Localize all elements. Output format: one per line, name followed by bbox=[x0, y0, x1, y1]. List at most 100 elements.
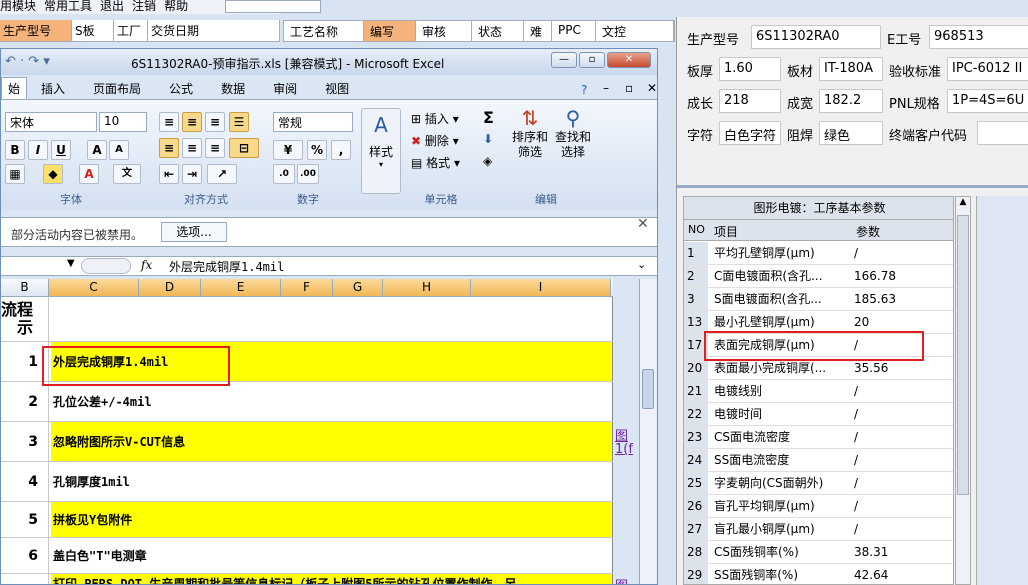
fill-icon[interactable]: ⬇ bbox=[483, 132, 493, 146]
fx-label[interactable]: fx bbox=[141, 258, 152, 272]
formula-cancel-confirm[interactable] bbox=[81, 258, 131, 274]
sheet-link[interactable]: 图 bbox=[615, 575, 628, 584]
header-cell-factory[interactable]: 工厂 bbox=[114, 20, 148, 41]
flow-header-cell[interactable]: 流程 示 bbox=[1, 297, 49, 341]
field-model[interactable]: 6S11302RA0 bbox=[751, 25, 881, 49]
field-material[interactable]: IT-180A bbox=[819, 57, 883, 81]
sort-filter-button[interactable]: ⇅ 排序和 筛选 bbox=[511, 106, 549, 176]
param-row[interactable]: 26 盲孔平均铜厚(μm) / bbox=[684, 495, 953, 518]
field-length[interactable]: 218 bbox=[719, 89, 781, 113]
find-select-button[interactable]: ⚲ 查找和 选择 bbox=[553, 106, 593, 176]
column-header-c[interactable]: C bbox=[49, 279, 139, 296]
param-row[interactable]: 25 字麦朝向(CS面朝外) / bbox=[684, 472, 953, 495]
proc-cell-doc[interactable]: 文控 bbox=[596, 21, 674, 41]
param-table-scrollbar[interactable]: ▲ bbox=[955, 196, 971, 585]
font-size-select[interactable]: 10 bbox=[99, 112, 147, 132]
column-header-b[interactable]: B bbox=[1, 279, 49, 296]
instruction-cell[interactable]: 孔铜厚度1mil bbox=[51, 462, 613, 501]
scroll-up-icon[interactable]: ▲ bbox=[956, 197, 970, 213]
decrease-indent-icon[interactable]: ⇤ bbox=[159, 164, 179, 184]
menu-item-tools[interactable]: 常用工具 bbox=[44, 0, 92, 14]
column-header-h[interactable]: H bbox=[383, 279, 471, 296]
tab-insert[interactable]: 插入 bbox=[27, 78, 79, 99]
border-icon[interactable]: ▦ bbox=[5, 164, 25, 184]
header-cell-delivery[interactable]: 交货日期 bbox=[148, 20, 280, 41]
fill-color-icon[interactable]: ◆ bbox=[43, 164, 63, 184]
options-button[interactable]: 选项... bbox=[161, 222, 227, 242]
column-header-f[interactable]: F bbox=[281, 279, 333, 296]
field-standard[interactable]: IPC-6012 II bbox=[947, 57, 1028, 81]
proc-cell-review[interactable]: 审核 bbox=[416, 21, 472, 41]
delete-cells-button[interactable]: ✖ 删除 ▾ bbox=[411, 132, 459, 149]
formula-input[interactable]: 外层完成铜厚1.4mil bbox=[169, 258, 284, 275]
column-header-e[interactable]: E bbox=[201, 279, 281, 296]
increase-indent-icon[interactable]: ⇥ bbox=[182, 164, 202, 184]
align-left-icon[interactable]: ≡ bbox=[159, 138, 179, 158]
format-cells-button[interactable]: ▤ 格式 ▾ bbox=[411, 154, 460, 171]
instruction-cell[interactable]: 盖白色"T"电测章 bbox=[51, 538, 613, 573]
comma-button[interactable]: , bbox=[331, 140, 351, 160]
field-width[interactable]: 182.2 bbox=[819, 89, 883, 113]
instruction-cell[interactable]: 孔位公差+/-4mil bbox=[51, 382, 613, 421]
proc-cell-difficulty[interactable]: 难 bbox=[524, 21, 552, 41]
align-bottom-icon[interactable]: ≡ bbox=[205, 112, 225, 132]
wrap-text-icon[interactable]: ☰ bbox=[229, 112, 249, 132]
param-row[interactable]: 21 电镀线别 / bbox=[684, 380, 953, 403]
align-top-icon[interactable]: ≡ bbox=[159, 112, 179, 132]
param-row[interactable]: 29 SS面残铜率(%) 42.64 bbox=[684, 564, 953, 584]
autosum-button[interactable]: Σ bbox=[483, 108, 494, 127]
tab-view[interactable]: 视图 bbox=[311, 78, 363, 99]
percent-button[interactable]: % bbox=[307, 140, 327, 160]
font-color-icon[interactable]: A bbox=[79, 164, 99, 184]
orientation-icon[interactable]: ↗ bbox=[207, 164, 237, 184]
proc-cell-ppc[interactable]: PPC bbox=[552, 21, 596, 41]
number-format-select[interactable]: 常规 bbox=[273, 112, 353, 132]
tab-data[interactable]: 数据 bbox=[207, 78, 259, 99]
ribbon-close-icon[interactable]: ✕ bbox=[633, 79, 657, 97]
sheet-link[interactable]: 1(f bbox=[615, 442, 633, 457]
name-box-dropdown-icon[interactable]: ▼ bbox=[67, 258, 75, 269]
close-message-icon[interactable]: ✕ bbox=[637, 216, 649, 232]
menubar-dropdown[interactable] bbox=[225, 0, 321, 13]
instruction-cell[interactable]: 拼板见Y包附件 bbox=[51, 502, 613, 537]
font-name-select[interactable]: 宋体 bbox=[5, 112, 97, 132]
proc-cell-status[interactable]: 状态 bbox=[472, 21, 524, 41]
param-row[interactable]: 2 C面电镀面积(含孔... 166.78 bbox=[684, 265, 953, 288]
column-header-g[interactable]: G bbox=[333, 279, 383, 296]
merge-center-icon[interactable]: ⊟ bbox=[229, 138, 259, 158]
field-soldermask[interactable]: 绿色 bbox=[819, 121, 883, 145]
field-pnl[interactable]: 1P=4S=6U bbox=[947, 89, 1028, 113]
column-header-i[interactable]: I bbox=[471, 279, 611, 296]
underline-button[interactable]: U bbox=[51, 140, 71, 160]
grow-font-button[interactable]: A bbox=[87, 140, 107, 160]
proc-cell-write[interactable]: 编写 bbox=[364, 21, 416, 41]
header-cell-model[interactable]: 生产型号 bbox=[0, 20, 72, 41]
close-button[interactable]: ✕ bbox=[607, 52, 651, 68]
align-right-icon[interactable]: ≡ bbox=[205, 138, 225, 158]
param-row[interactable]: 3 S面电镀面积(含孔... 185.63 bbox=[684, 288, 953, 311]
italic-button[interactable]: I bbox=[28, 140, 48, 160]
clear-icon[interactable]: ◈ bbox=[483, 154, 492, 168]
field-char[interactable]: 白色字符 bbox=[719, 121, 781, 145]
param-row[interactable]: 22 电镀时间 / bbox=[684, 403, 953, 426]
tab-home[interactable]: 始 bbox=[1, 77, 28, 99]
instruction-cell[interactable]: 打印 PERS DOT 生产周期和批号等信息标记（板子上附图5所示的钻孔位置作制… bbox=[51, 574, 613, 584]
menu-item-exit[interactable]: 退出 bbox=[100, 0, 124, 14]
currency-icon[interactable]: ¥ bbox=[273, 140, 303, 160]
header-param[interactable]: 参数 bbox=[856, 223, 880, 240]
proc-cell-name[interactable]: 工艺名称 bbox=[284, 21, 364, 41]
param-row[interactable]: 27 盲孔最小铜厚(μm) / bbox=[684, 518, 953, 541]
phonetic-icon[interactable]: 文 bbox=[113, 164, 141, 184]
header-no[interactable]: NO bbox=[688, 223, 705, 236]
panel-divider[interactable] bbox=[677, 185, 1028, 188]
tab-formulas[interactable]: 公式 bbox=[155, 78, 207, 99]
bold-button[interactable]: B bbox=[5, 140, 25, 160]
menu-item-help[interactable]: 帮助 bbox=[164, 0, 188, 14]
field-eno[interactable]: 968513 bbox=[929, 25, 1028, 49]
quick-access-undo-icon[interactable]: ↶ · ↷ ▾ bbox=[5, 54, 50, 69]
field-thickness[interactable]: 1.60 bbox=[719, 57, 781, 81]
sheet-scrollbar[interactable] bbox=[639, 279, 657, 584]
expand-formula-icon[interactable]: ⌄ bbox=[637, 258, 646, 271]
menu-item-modules[interactable]: 用模块 bbox=[0, 0, 36, 14]
insert-cells-button[interactable]: ⊞ 插入 ▾ bbox=[411, 110, 459, 127]
